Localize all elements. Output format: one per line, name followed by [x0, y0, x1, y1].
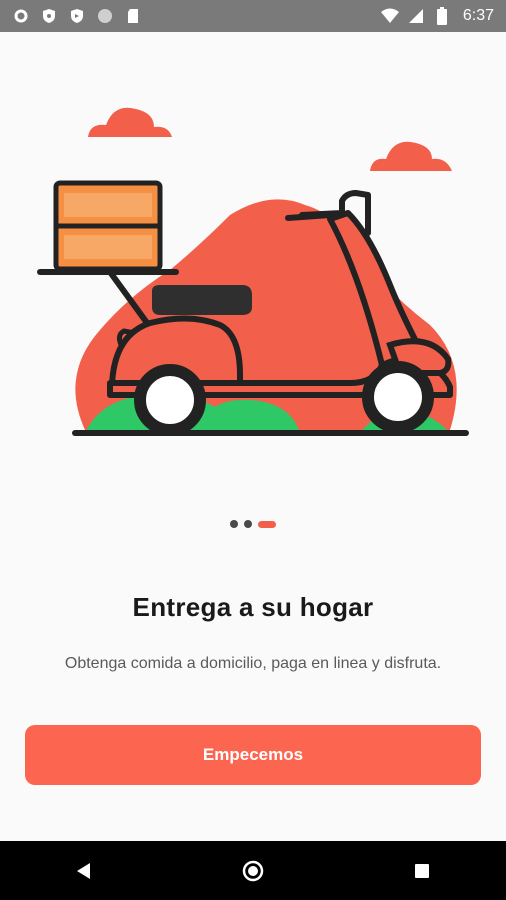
navigation-bar [0, 841, 506, 900]
sim-card-icon [124, 7, 142, 25]
signal-icon [407, 7, 425, 25]
shield-icon [40, 7, 58, 25]
delivery-scooter-illustration [30, 95, 476, 445]
home-icon[interactable] [223, 841, 283, 900]
page-dot-3-active [258, 520, 276, 528]
page-dot-1 [230, 520, 238, 528]
recents-icon[interactable] [392, 841, 452, 900]
cloud-left [88, 107, 172, 137]
page-indicator [0, 520, 506, 528]
onboarding-title: Entrega a su hogar [132, 592, 374, 622]
status-time: 6:37 [462, 7, 494, 24]
back-icon[interactable] [54, 841, 114, 900]
circle-icon [96, 7, 114, 25]
status-left-icons [12, 7, 142, 25]
settings-icon [12, 7, 30, 25]
status-right-icons: 6:37 [380, 7, 494, 25]
battery-icon [433, 7, 451, 25]
shield-icon [68, 7, 86, 25]
status-bar: 6:37 [0, 0, 506, 32]
onboarding-subtitle: Obtenga comida a domicilio, paga en line… [64, 655, 442, 672]
page-dot-2 [244, 520, 252, 528]
cloud-right [370, 141, 452, 171]
start-button[interactable]: Empecemos [25, 725, 481, 785]
wifi-icon [380, 7, 399, 25]
